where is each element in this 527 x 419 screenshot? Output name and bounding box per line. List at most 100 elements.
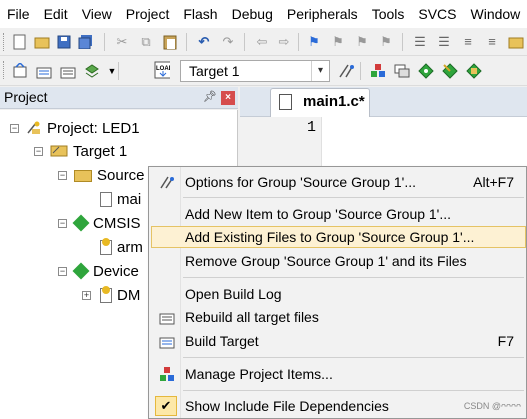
file-icon <box>279 94 292 110</box>
open-folder-icon[interactable] <box>34 34 50 50</box>
translate-icon[interactable] <box>12 63 28 79</box>
batch-build-icon[interactable] <box>84 63 100 79</box>
save-all-icon[interactable] <box>78 34 94 50</box>
tree-node-project[interactable]: Project: LED1 <box>26 118 140 138</box>
new-file-icon[interactable] <box>12 34 28 50</box>
menu-project[interactable]: Project <box>119 0 177 28</box>
save-icon[interactable] <box>56 34 72 50</box>
tree-node-cmsis[interactable]: CMSIS <box>72 213 141 233</box>
menu-item-remove-group[interactable]: Remove Group 'Source Group 1' and its Fi… <box>151 250 526 272</box>
file-extensions-icon[interactable] <box>394 63 410 79</box>
collapse-target-icon[interactable]: − <box>34 147 43 156</box>
collapse-project-icon[interactable]: − <box>10 124 19 133</box>
project-panel-title: Project <box>4 89 48 105</box>
tree-node-source-group[interactable]: Source <box>74 165 145 185</box>
indent-icon[interactable]: ☰ <box>412 34 428 50</box>
collapse-source-icon[interactable]: − <box>58 171 67 180</box>
find-icon[interactable] <box>508 34 524 50</box>
tree-node-source-file-label: mai <box>117 190 142 208</box>
menu-item-build-target[interactable]: Build Target F7 <box>151 330 526 352</box>
manage-components-icon[interactable] <box>370 63 386 79</box>
clear-bookmarks-icon[interactable]: ⚑ <box>378 34 394 50</box>
menu-item-rebuild-all[interactable]: Rebuild all target files <box>151 306 526 328</box>
checkmark-icon: ✔ <box>155 396 177 416</box>
pack-installer-icon[interactable] <box>418 63 434 79</box>
rebuild-icon[interactable] <box>60 63 76 79</box>
target-options-icon[interactable] <box>338 63 354 79</box>
tree-node-cmsis-file-label: arm <box>117 238 143 256</box>
menu-edit[interactable]: Edit <box>37 0 75 28</box>
next-bookmark-icon[interactable]: ⚑ <box>354 34 370 50</box>
tree-node-device-file[interactable]: DM <box>100 285 140 305</box>
menu-item-manage-project-items[interactable]: Manage Project Items... <box>151 363 526 385</box>
toolbar-grip[interactable] <box>3 33 6 51</box>
tree-node-cmsis-file[interactable]: arm <box>100 237 143 257</box>
build-icon[interactable] <box>36 63 52 79</box>
nav-forward-icon[interactable]: ⇨ <box>276 34 292 50</box>
collapse-cmsis-icon[interactable]: − <box>58 219 67 228</box>
menu-window[interactable]: Window <box>464 0 527 28</box>
watermark: CSDN @ᴖᴖᴖᴖ <box>463 401 521 411</box>
menu-item-add-existing-files[interactable]: Add Existing Files to Group 'Source Grou… <box>151 226 526 248</box>
comment-icon[interactable]: ≡ <box>460 34 476 50</box>
target-select[interactable]: Target 1 ▾ <box>180 60 330 82</box>
tree-node-device-file-label: DM <box>117 286 141 304</box>
download-load-icon[interactable]: LOAD <box>154 61 170 79</box>
line-number: 1 <box>306 119 316 136</box>
menu-flash[interactable]: Flash <box>176 0 224 28</box>
tree-node-target-label: Target 1 <box>73 142 128 160</box>
paste-icon[interactable] <box>162 34 178 50</box>
menu-file[interactable]: File <box>0 0 37 28</box>
tab-label: main1.c* <box>303 93 365 110</box>
menu-item-add-new-item[interactable]: Add New Item to Group 'Source Group 1'..… <box>151 203 526 225</box>
config-file-icon <box>100 237 112 255</box>
unindent-icon[interactable]: ☰ <box>436 34 452 50</box>
dropdown-arrow-icon[interactable]: ▾ <box>311 61 329 81</box>
menu-bar: File Edit View Project Flash Debug Perip… <box>0 0 527 28</box>
menu-item-options-for-group[interactable]: Options for Group 'Source Group 1'... Al… <box>151 171 526 193</box>
target-select-value: Target 1 <box>189 63 240 79</box>
tab-main1-c[interactable]: main1.c* <box>270 88 370 117</box>
options-icon <box>159 175 175 190</box>
expand-device-file-icon[interactable]: + <box>82 291 91 300</box>
rte-icon[interactable] <box>466 63 482 79</box>
tree-node-source-label: Source <box>97 166 145 184</box>
uncomment-icon[interactable]: ≡ <box>484 34 500 50</box>
build-icon <box>159 334 175 349</box>
tree-node-device-label: Device <box>93 262 139 280</box>
close-icon[interactable]: × <box>221 91 235 105</box>
tree-node-project-label: Project: LED1 <box>47 119 140 137</box>
folder-icon <box>74 170 92 182</box>
component-diamond-icon <box>72 262 90 280</box>
menu-svcs[interactable]: SVCS <box>411 0 463 28</box>
menu-peripherals[interactable]: Peripherals <box>280 0 365 28</box>
tree-node-device[interactable]: Device <box>72 261 139 281</box>
tree-node-cmsis-label: CMSIS <box>93 214 141 232</box>
cut-icon[interactable]: ✂ <box>114 34 130 50</box>
tree-node-source-file[interactable]: mai <box>100 189 141 209</box>
undo-icon[interactable]: ↶ <box>196 34 212 50</box>
project-icon <box>26 121 42 135</box>
target-folder-icon <box>50 143 68 159</box>
pin-icon[interactable]: 📌︎ <box>203 90 217 103</box>
menu-item-open-build-log[interactable]: Open Build Log <box>151 283 526 305</box>
collapse-device-icon[interactable]: − <box>58 267 67 276</box>
project-panel-header: Project 📌︎ × <box>0 87 238 109</box>
build-toolbar: ▼ LOAD Target 1 ▾ <box>0 56 527 86</box>
tree-node-target[interactable]: Target 1 <box>50 141 127 161</box>
component-diamond-icon <box>72 214 90 232</box>
prev-bookmark-icon[interactable]: ⚑ <box>330 34 346 50</box>
menu-tools[interactable]: Tools <box>365 0 412 28</box>
file-toolbar: ✂ ⧉ ↶ ↷ ⇦ ⇨ ⚑ ⚑ ⚑ ⚑ ☰ ☰ ≡ ≡ <box>0 28 527 56</box>
context-menu: Options for Group 'Source Group 1'... Al… <box>148 166 527 419</box>
menu-view[interactable]: View <box>75 0 119 28</box>
nav-back-icon[interactable]: ⇦ <box>254 34 270 50</box>
select-software-packs-icon[interactable] <box>442 63 458 79</box>
copy-icon[interactable]: ⧉ <box>138 34 154 50</box>
menu-debug[interactable]: Debug <box>225 0 280 28</box>
redo-icon[interactable]: ↷ <box>220 34 236 50</box>
file-icon <box>100 191 112 207</box>
bookmark-icon[interactable]: ⚑ <box>306 34 322 50</box>
editor-tab-strip: main1.c* <box>240 87 527 117</box>
toolbar-grip-2[interactable] <box>3 61 6 79</box>
